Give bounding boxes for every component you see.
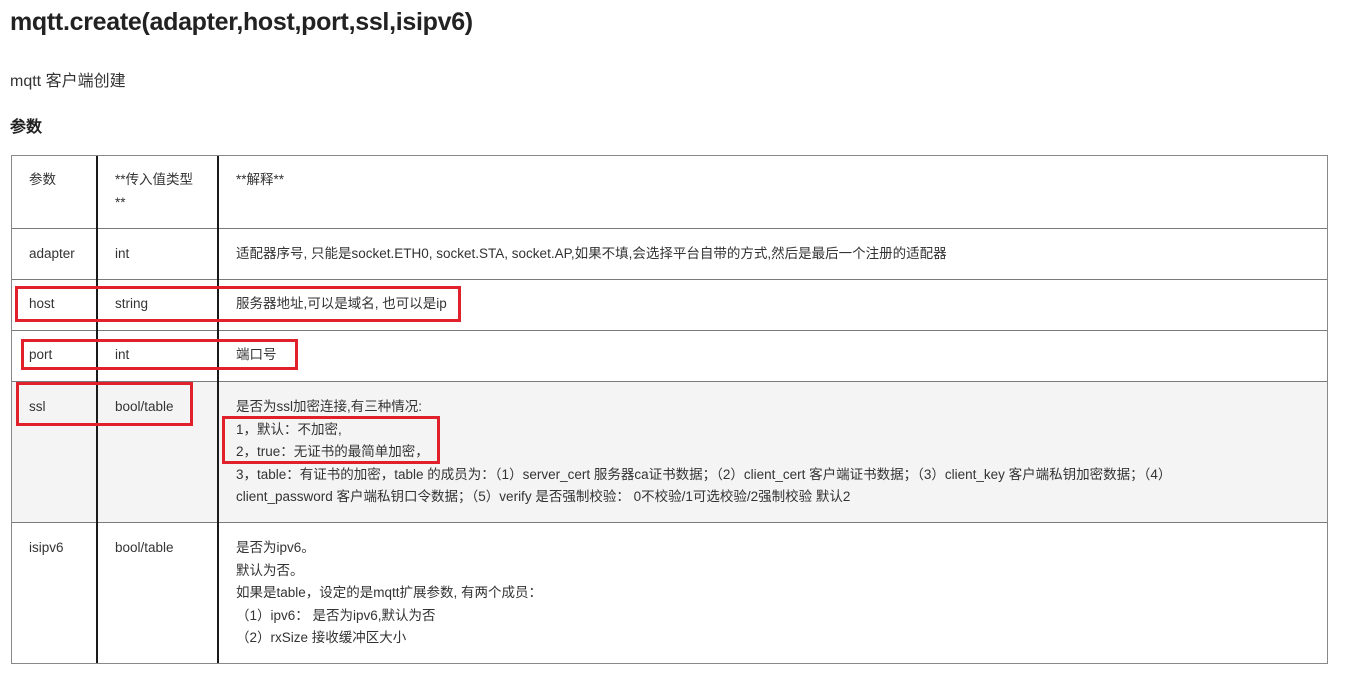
param-type: bool/table [115,540,174,555]
table-row: isipv6 bool/table 是否为ipv6。 默认为否。 如果是tabl… [12,523,1327,663]
page-title: mqtt.create(adapter,host,port,ssl,isipv6… [10,8,473,36]
desc-line: 2，true：无证书的最简单加密， [236,444,429,459]
param-name: port [29,347,53,362]
param-name: adapter [29,246,75,261]
table-row: ssl bool/table 是否为ssl加密连接,有三种情况: 1，默认：不加… [12,382,1327,523]
desc-line: 适配器序号, 只能是socket.ETH0, socket.STA, socke… [236,246,947,261]
table-row: adapter int 适配器序号, 只能是socket.ETH0, socke… [12,229,1327,280]
desc-line: （2）rxSize 接收缓冲区大小 [236,630,407,645]
param-desc: 是否为ssl加密连接,有三种情况: 1，默认：不加密, 2，true：无证书的最… [218,382,1327,522]
header-type-line2: ** [115,194,126,210]
desc-line: 1，默认：不加密, [236,421,342,437]
param-desc: 端口号 [218,331,1327,381]
column-divider [96,156,98,663]
desc-line: 3，table：有证书的加密，table 的成员为：（1）server_cert… [236,466,1172,482]
header-param: 参数 [29,172,56,187]
params-table: 参数 **传入值类型 ** **解释** adapter int 适配器序号, … [11,155,1328,664]
desc-line: client_password 客户端私钥口令数据；（5）verify 是否强制… [236,489,851,504]
desc-line: 端口号 [236,347,277,362]
section-heading-params: 参数 [10,119,43,136]
param-desc: 适配器序号, 只能是socket.ETH0, socket.STA, socke… [218,229,1327,279]
desc-line: 是否为ipv6。 [236,540,315,555]
table-header-row: 参数 **传入值类型 ** **解释** [12,156,1327,229]
header-type-line1: **传入值类型 [115,172,194,187]
param-name: isipv6 [29,540,64,555]
column-divider [217,156,219,663]
table-row: port int 端口号 [12,331,1327,382]
desc-line: 服务器地址,可以是域名, 也可以是ip [236,296,447,311]
param-desc: 是否为ipv6。 默认为否。 如果是table，设定的是mqtt扩展参数, 有两… [218,523,1327,663]
param-name: ssl [29,399,46,414]
param-type: bool/table [115,399,174,414]
table-row: host string 服务器地址,可以是域名, 也可以是ip [12,280,1327,331]
param-type: string [115,296,149,311]
desc-line: 默认为否。 [236,562,304,578]
desc-line: 是否为ssl加密连接,有三种情况: [236,399,423,414]
header-type: **传入值类型 ** [97,156,218,228]
param-desc: 服务器地址,可以是域名, 也可以是ip [218,280,1327,330]
desc-line: 如果是table，设定的是mqtt扩展参数, 有两个成员： [236,585,543,600]
param-type: int [115,347,130,362]
desc-line: （1）ipv6： 是否为ipv6,默认为否 [236,607,436,623]
param-type: int [115,246,130,261]
page-description: mqtt 客户端创建 [10,73,126,90]
param-name: host [29,296,55,311]
header-desc: **解释** [236,172,285,187]
